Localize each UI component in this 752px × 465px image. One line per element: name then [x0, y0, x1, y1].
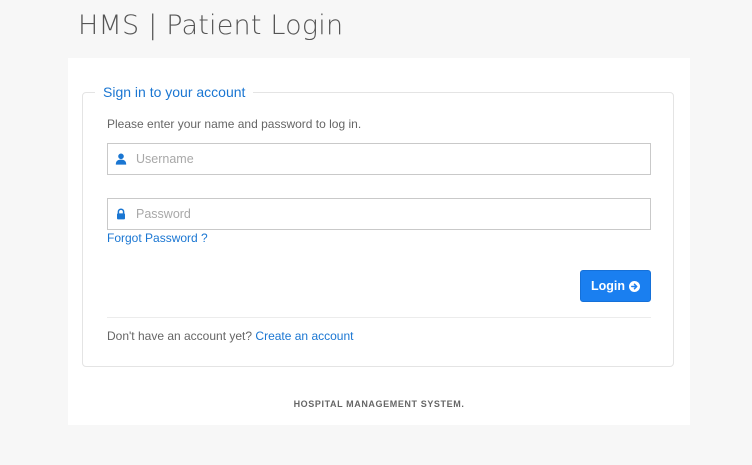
footer-text: HOSPITAL MANAGEMENT SYSTEM.	[293, 399, 465, 409]
login-button[interactable]: Login	[580, 270, 651, 302]
forgot-password-link[interactable]: Forgot Password ?	[107, 231, 208, 245]
create-account-link[interactable]: Create an account	[255, 329, 353, 343]
username-field-container	[107, 143, 651, 175]
lock-icon	[117, 208, 125, 220]
username-input[interactable]	[136, 144, 636, 174]
login-fieldset: Sign in to your account Please enter you…	[82, 83, 674, 367]
divider	[107, 317, 651, 318]
password-field-container	[107, 198, 651, 230]
password-input[interactable]	[136, 199, 636, 229]
arrow-circle-right-icon	[629, 280, 640, 292]
login-instructions: Please enter your name and password to l…	[107, 117, 362, 131]
login-button-label: Login	[590, 279, 625, 293]
page-title: HMS | Patient Login	[78, 10, 344, 41]
form-legend: Sign in to your account	[95, 83, 254, 101]
signup-prompt-row: Don't have an account yet? Create an acc…	[107, 329, 353, 343]
user-icon	[115, 153, 127, 165]
login-card: Sign in to your account Please enter you…	[68, 58, 690, 425]
signup-prompt: Don't have an account yet?	[107, 329, 253, 343]
